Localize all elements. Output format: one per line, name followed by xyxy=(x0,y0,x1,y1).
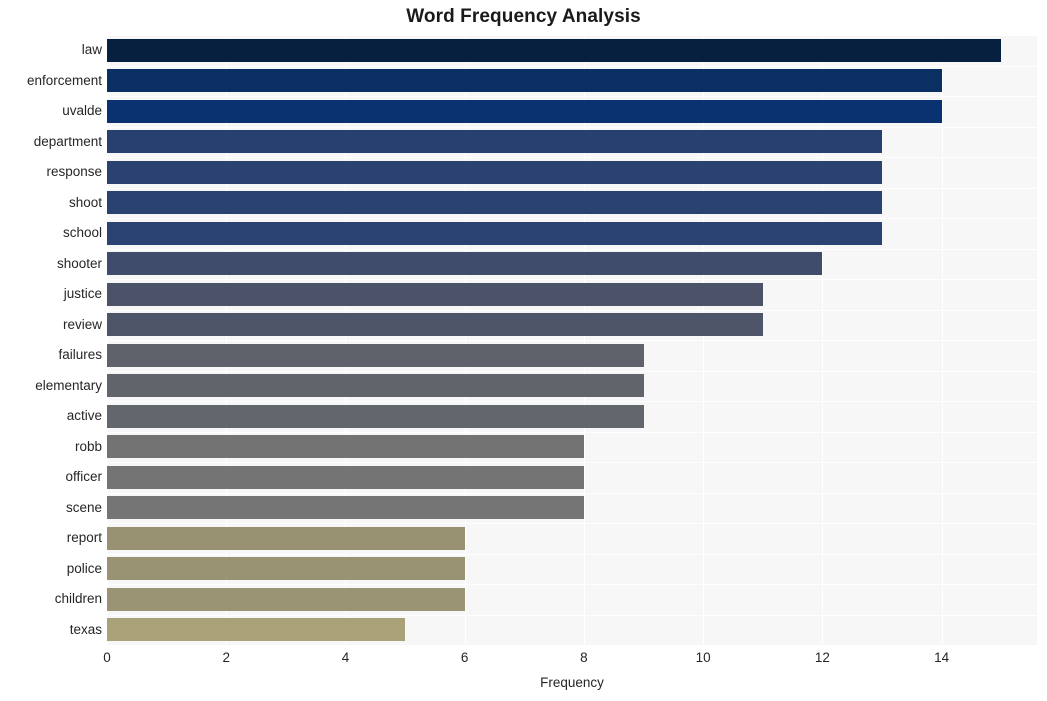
bar-fill xyxy=(107,38,1002,62)
bar-failures xyxy=(107,343,644,367)
gridline-y-0 xyxy=(107,35,1037,36)
y-tick-label-active: active xyxy=(66,408,102,424)
bar-department xyxy=(107,130,882,154)
gridline-y-1 xyxy=(107,66,1037,67)
x-tick-label-2: 2 xyxy=(222,650,230,665)
y-tick-label-enforcement: enforcement xyxy=(26,72,102,88)
bar-justice xyxy=(107,282,763,306)
bar-fill xyxy=(107,618,406,642)
y-tick-label-shooter: shooter xyxy=(56,255,102,271)
x-tick-label-0: 0 xyxy=(103,650,111,665)
gridline-y-4 xyxy=(107,157,1037,158)
y-tick-label-scene: scene xyxy=(65,499,102,515)
y-tick-label-texas: texas xyxy=(69,621,102,637)
bar-uvalde xyxy=(107,99,942,123)
chart-title: Word Frequency Analysis xyxy=(406,6,641,27)
y-tick-label-robb: robb xyxy=(74,438,102,454)
bar-children xyxy=(107,587,465,611)
x-tick-label-14: 14 xyxy=(934,650,950,665)
gridline-y-8 xyxy=(107,279,1037,280)
y-tick-label-failures: failures xyxy=(58,347,102,363)
bar-robb xyxy=(107,435,584,459)
gridline-y-5 xyxy=(107,188,1037,189)
gridline-y-9 xyxy=(107,310,1037,311)
gridline-y-14 xyxy=(107,462,1037,463)
bar-fill xyxy=(107,435,584,459)
bar-police xyxy=(107,557,465,581)
gridline-y-3 xyxy=(107,127,1037,128)
bar-fill xyxy=(107,282,763,306)
x-tick-label-12: 12 xyxy=(814,650,830,665)
y-tick-label-school: school xyxy=(62,225,102,241)
bar-fill xyxy=(107,313,763,337)
bar-elementary xyxy=(107,374,644,398)
gridline-y-18 xyxy=(107,584,1037,585)
bar-fill xyxy=(107,557,465,581)
y-tick-label-response: response xyxy=(46,164,102,180)
word-frequency-bar-chart: Word Frequency Analysis law enforcement uv… xyxy=(0,0,1047,701)
bar-fill xyxy=(107,343,644,367)
gridline-y-16 xyxy=(107,523,1037,524)
gridline-y-11 xyxy=(107,371,1037,372)
bar-review xyxy=(107,313,763,337)
y-tick-label-officer: officer xyxy=(65,469,102,485)
gridline-y-15 xyxy=(107,493,1037,494)
gridline-y-10 xyxy=(107,340,1037,341)
bar-officer xyxy=(107,465,584,489)
bar-shooter xyxy=(107,252,823,276)
y-axis-tick-labels: law enforcement uvalde department response sh… xyxy=(0,35,102,645)
y-tick-label-shoot: shoot xyxy=(68,194,102,210)
x-tick-label-8: 8 xyxy=(580,650,588,665)
bar-fill xyxy=(107,99,942,123)
y-tick-label-report: report xyxy=(66,530,102,546)
bar-fill xyxy=(107,221,882,245)
bar-fill xyxy=(107,252,823,276)
y-tick-label-justice: justice xyxy=(63,286,102,302)
y-tick-label-police: police xyxy=(66,560,102,576)
y-tick-label-law: law xyxy=(81,42,102,58)
gridline-y-17 xyxy=(107,554,1037,555)
y-tick-label-department: department xyxy=(33,133,102,149)
x-tick-label-4: 4 xyxy=(341,650,350,665)
bar-fill xyxy=(107,191,882,215)
bar-school xyxy=(107,221,882,245)
bar-active xyxy=(107,404,644,428)
bar-report xyxy=(107,526,465,550)
plot-area xyxy=(107,35,1037,645)
bar-response xyxy=(107,160,882,184)
x-tick-label-6: 6 xyxy=(460,650,469,665)
bar-shoot xyxy=(107,191,882,215)
bar-texas xyxy=(107,618,406,642)
bar-fill xyxy=(107,69,942,93)
bar-fill xyxy=(107,496,584,520)
bar-fill xyxy=(107,587,465,611)
y-tick-label-elementary: elementary xyxy=(35,377,102,393)
gridline-y-7 xyxy=(107,249,1037,250)
x-tick-label-10: 10 xyxy=(695,650,711,665)
bar-fill xyxy=(107,404,644,428)
x-axis-title: Frequency xyxy=(540,675,604,690)
bar-fill xyxy=(107,130,882,154)
bar-fill xyxy=(107,160,882,184)
gridline-y-2 xyxy=(107,96,1037,97)
bar-fill xyxy=(107,465,584,489)
bar-fill xyxy=(107,374,644,398)
y-tick-label-children: children xyxy=(54,591,102,607)
gridline-y-13 xyxy=(107,432,1037,433)
x-axis-tick-labels: 0 2 4 6 8 10 12 14 xyxy=(103,650,1037,670)
bar-law xyxy=(107,38,1002,62)
y-tick-label-uvalde: uvalde xyxy=(62,103,102,119)
y-tick-label-review: review xyxy=(62,316,102,332)
gridline-y-6 xyxy=(107,218,1037,219)
bar-scene xyxy=(107,496,584,520)
gridline-y-12 xyxy=(107,401,1037,402)
bar-fill xyxy=(107,526,465,550)
gridline-y-19 xyxy=(107,615,1037,616)
bar-enforcement xyxy=(107,69,942,93)
